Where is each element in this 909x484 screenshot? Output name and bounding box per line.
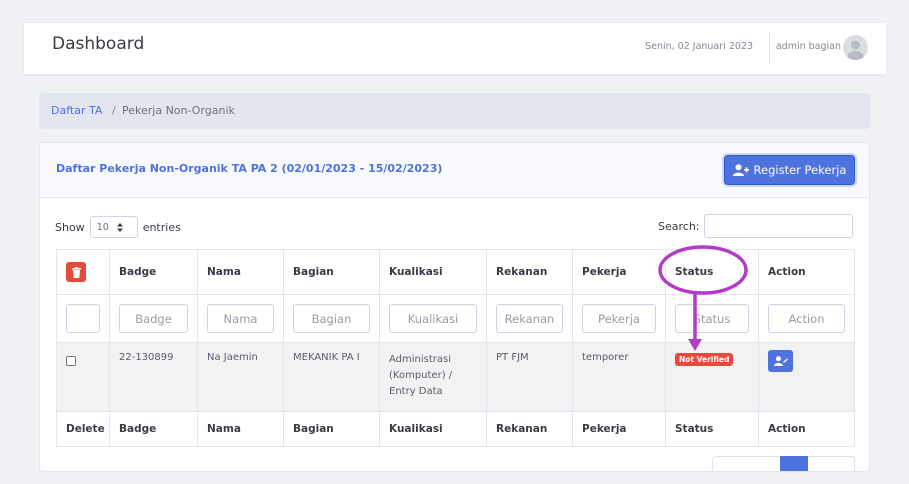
table-row: 22-130899 Na Jaemin MEKANIK PA I Adminis…	[56, 342, 855, 412]
footer-kualikasi: Kualikasi	[379, 411, 487, 447]
trash-icon	[71, 266, 81, 278]
filter-cell: Action	[758, 294, 855, 343]
cell-badge: 22-130899	[109, 342, 198, 412]
breadcrumb-separator: /	[112, 104, 116, 117]
footer-rekanan: Rekanan	[486, 411, 573, 447]
search-label: Search:	[658, 219, 700, 233]
filter-input-pekerja[interactable]: Pekerja	[582, 304, 656, 333]
kualikasi-line: (Komputer) /	[389, 370, 453, 381]
filter-cell: Bagian	[283, 294, 380, 343]
filter-input-kualikasi[interactable]: Kualikasi	[389, 304, 477, 333]
pagination-active-page[interactable]	[780, 456, 808, 471]
entries-label: entries	[142, 220, 181, 234]
show-label: Show	[55, 220, 85, 234]
cell-bagian: MEKANIK PA I	[283, 342, 380, 412]
cell-rekanan: PT FJM	[486, 342, 573, 412]
header-status[interactable]: Status	[665, 249, 759, 295]
workers-card: Daftar Pekerja Non-Organik TA PA 2 (02/0…	[39, 142, 870, 472]
table-header-row: Badge Nama Bagian Kualikasi Rekanan Peke…	[56, 249, 855, 295]
user-plus-icon	[732, 164, 749, 176]
cell-pekerja: temporer	[572, 342, 666, 412]
kualikasi-line: Administrasi	[389, 354, 452, 365]
header-action[interactable]: Action	[758, 249, 855, 295]
register-pekerja-button[interactable]: Register Pekerja	[724, 155, 855, 185]
filter-input-action[interactable]: Action	[768, 304, 845, 333]
card-header: Daftar Pekerja Non-Organik TA PA 2 (02/0…	[40, 143, 869, 198]
entries-control: Show 10 entries	[55, 216, 181, 238]
filter-cell: Badge	[109, 294, 198, 343]
card-title: Daftar Pekerja Non-Organik TA PA 2 (02/0…	[56, 162, 443, 175]
filter-input-bagian[interactable]: Bagian	[293, 304, 370, 333]
entries-value: 10	[96, 221, 109, 233]
filter-input-status[interactable]: Status	[675, 304, 749, 333]
row-select-cell	[56, 342, 110, 412]
table-footer-row: Delete Badge Nama Bagian Kualikasi Rekan…	[56, 411, 855, 447]
delete-selected-button[interactable]	[66, 262, 86, 282]
user-name[interactable]: admin bagian	[776, 41, 841, 52]
date-display: Senin, 02 Januari 2023	[645, 41, 753, 52]
filter-cell: Nama	[197, 294, 284, 343]
search-input[interactable]	[703, 214, 853, 238]
user-edit-icon	[773, 356, 788, 366]
header-rekanan[interactable]: Rekanan	[486, 249, 573, 295]
register-button-label: Register Pekerja	[753, 163, 847, 177]
search-control: Search:	[658, 214, 853, 238]
footer-badge: Badge	[109, 411, 198, 447]
status-badge: Not Verified	[675, 353, 734, 366]
topbar: Dashboard Senin, 02 Januari 2023 admin b…	[24, 23, 886, 74]
footer-bagian: Bagian	[283, 411, 380, 447]
cell-nama: Na Jaemin	[197, 342, 284, 412]
footer-pekerja: Pekerja	[572, 411, 666, 447]
footer-nama: Nama	[197, 411, 284, 447]
filter-cell: Pekerja	[572, 294, 666, 343]
filter-input-select[interactable]	[66, 304, 100, 333]
breadcrumb-link-daftar-ta[interactable]: Daftar TA	[51, 104, 102, 117]
cell-status: Not Verified	[665, 342, 759, 412]
filter-cell-select	[56, 294, 110, 343]
workers-table: Badge Nama Bagian Kualikasi Rekanan Peke…	[56, 249, 855, 447]
header-delete	[56, 249, 110, 295]
filter-cell: Rekanan	[486, 294, 573, 343]
filter-row: Badge Nama Bagian Kualikasi Rekanan Peke…	[56, 294, 855, 343]
breadcrumb: Daftar TA / Pekerja Non-Organik	[39, 93, 870, 129]
header-bagian[interactable]: Bagian	[283, 249, 380, 295]
header-nama[interactable]: Nama	[197, 249, 284, 295]
header-pekerja[interactable]: Pekerja	[572, 249, 666, 295]
verify-user-button[interactable]	[768, 350, 793, 372]
kualikasi-line: Entry Data	[389, 386, 443, 397]
footer-status: Status	[665, 411, 759, 447]
header-kualikasi[interactable]: Kualikasi	[379, 249, 487, 295]
user-avatar-icon[interactable]	[843, 35, 868, 60]
cell-kualikasi: Administrasi (Komputer) / Entry Data	[379, 342, 487, 412]
page-title: Dashboard	[52, 34, 145, 54]
breadcrumb-current: Pekerja Non-Organik	[122, 104, 235, 117]
topbar-divider	[769, 33, 770, 63]
pagination	[712, 456, 855, 471]
entries-select[interactable]: 10	[89, 216, 138, 238]
filter-input-nama[interactable]: Nama	[207, 304, 274, 333]
sort-arrows-icon	[116, 222, 123, 232]
filter-input-rekanan[interactable]: Rekanan	[496, 304, 563, 333]
cell-action	[758, 342, 855, 412]
row-checkbox[interactable]	[66, 356, 76, 366]
filter-cell: Status	[665, 294, 759, 343]
filter-input-badge[interactable]: Badge	[119, 304, 188, 333]
filter-cell: Kualikasi	[379, 294, 487, 343]
footer-delete: Delete	[56, 411, 110, 447]
header-badge[interactable]: Badge	[109, 249, 198, 295]
footer-action: Action	[758, 411, 855, 447]
